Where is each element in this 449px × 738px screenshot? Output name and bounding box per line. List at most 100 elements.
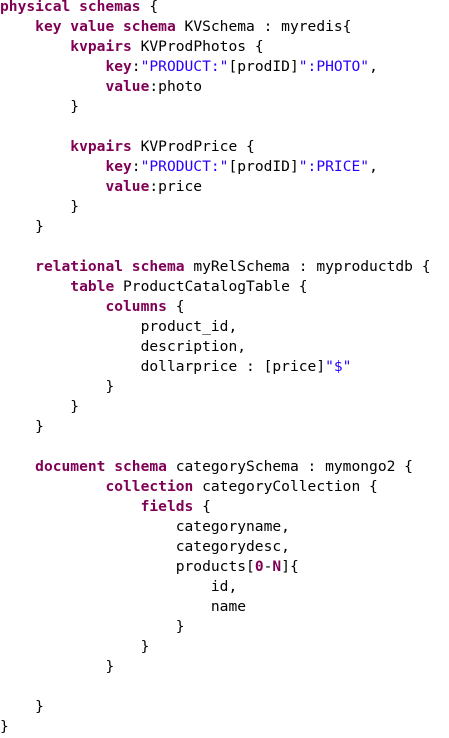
code-text: :price [149, 178, 203, 195]
code-text: , [369, 58, 378, 75]
code-line: } [0, 397, 449, 417]
code-line: kvpairs KVProdPhotos { [0, 37, 449, 57]
code-text: [prodID] [228, 58, 299, 75]
code-keyword: table [70, 278, 115, 295]
code-line: categorydesc, [0, 537, 449, 557]
code-text: } [140, 638, 150, 655]
code-keyword: document schema [35, 458, 167, 475]
code-text: } [105, 658, 115, 675]
code-line: } [0, 197, 449, 217]
code-line: fields { [0, 497, 449, 517]
code-text: dollarprice : [price] [140, 358, 326, 375]
code-text: } [175, 618, 185, 635]
code-text: categoryCollection { [193, 478, 378, 495]
code-line: table ProductCatalogTable { [0, 277, 449, 297]
code-text: product_id, [140, 318, 238, 335]
code-text: : [131, 158, 141, 175]
code-text: } [105, 378, 115, 395]
code-keyword: collection [105, 478, 194, 495]
code-text: :photo [149, 78, 203, 95]
code-text: { [166, 298, 185, 315]
code-line: description, [0, 337, 449, 357]
code-line: key value schema KVSchema : myredis{ [0, 17, 449, 37]
code-text: myRelSchema : myproductdb { [184, 258, 431, 275]
code-string: ":PHOTO" [298, 58, 370, 75]
code-text: categorydesc, [175, 538, 290, 555]
code-line: id, [0, 577, 449, 597]
code-text: } [0, 718, 9, 735]
code-string: "PRODUCT:" [140, 58, 229, 75]
code-line: relational schema myRelSchema : myproduc… [0, 257, 449, 277]
code-keyword: columns [105, 298, 167, 315]
code-keyword: fields [140, 498, 194, 515]
code-text: , [369, 158, 378, 175]
code-text: } [70, 398, 80, 415]
code-line: dollarprice : [price]"$" [0, 357, 449, 377]
code-keyword: value [105, 78, 150, 95]
code-line: } [0, 657, 449, 677]
code-text: KVProdPrice { [131, 138, 255, 155]
code-line: } [0, 377, 449, 397]
code-text: } [35, 218, 44, 235]
code-line: } [0, 697, 449, 717]
code-string: "PRODUCT:" [140, 158, 229, 175]
code-keyword: N [272, 558, 282, 575]
code-line: kvpairs KVProdPrice { [0, 137, 449, 157]
code-text: products[ [175, 558, 255, 575]
code-line: key:"PRODUCT:"[prodID]":PHOTO", [0, 57, 449, 77]
code-line: document schema categorySchema : mymongo… [0, 457, 449, 477]
code-text: [prodID] [228, 158, 299, 175]
code-text: ProductCatalogTable { [114, 278, 308, 295]
code-keyword: key value schema [35, 18, 176, 35]
code-line: } [0, 637, 449, 657]
code-text: : [131, 58, 141, 75]
code-editor: physical schemas { key value schema KVSc… [0, 0, 449, 738]
code-text: } [70, 198, 80, 215]
code-line: } [0, 217, 449, 237]
code-line: } [0, 97, 449, 117]
code-keyword: relational schema [35, 258, 185, 275]
code-text: } [35, 418, 44, 435]
code-line: value:price [0, 177, 449, 197]
code-keyword: value [105, 178, 150, 195]
code-keyword: 0 [254, 558, 264, 575]
code-text: } [35, 698, 44, 715]
code-line: collection categoryCollection { [0, 477, 449, 497]
code-text: { [193, 498, 211, 515]
code-text: KVProdPhotos { [131, 38, 264, 55]
code-line: physical schemas { [0, 0, 449, 17]
code-keyword: key [105, 158, 132, 175]
